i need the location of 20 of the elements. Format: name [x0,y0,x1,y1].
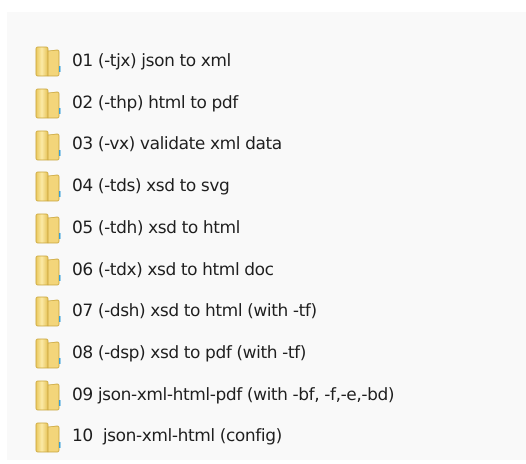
folder-icon[interactable] [35,296,61,328]
folder-icon[interactable] [35,254,61,286]
folder-name[interactable]: 02 (-thp) html to pdf [72,90,238,116]
folder-name[interactable]: 10 json-xml-html (config) [72,424,282,450]
folder-name[interactable]: 05 (-tdh) xsd to html [72,216,240,242]
folder-icon[interactable] [35,130,61,161]
folder-name[interactable]: 08 (-dsp) xsd to pdf (with -tf) [72,340,306,366]
folder-icon[interactable] [35,46,61,78]
folder-icon[interactable] [35,380,61,411]
folder-name[interactable]: 01 (-tjx) json to xml [72,49,231,75]
folder-icon[interactable] [35,422,61,453]
folder-name[interactable]: 07 (-dsh) xsd to html (with -tf) [72,299,317,325]
folder-name[interactable]: 03 (-vx) validate xml data [72,132,282,158]
folder-icon[interactable] [35,213,61,244]
folder-name[interactable]: 04 (-tds) xsd to svg [72,174,230,200]
folder-icon[interactable] [35,171,61,202]
folder-name[interactable]: 09 json-xml-html-pdf (with -bf, -f,-e,-bd) [72,382,394,408]
folder-icon[interactable] [35,338,61,370]
folder-icon[interactable] [35,88,61,120]
folder-name[interactable]: 06 (-tdx) xsd to html doc [72,258,274,284]
